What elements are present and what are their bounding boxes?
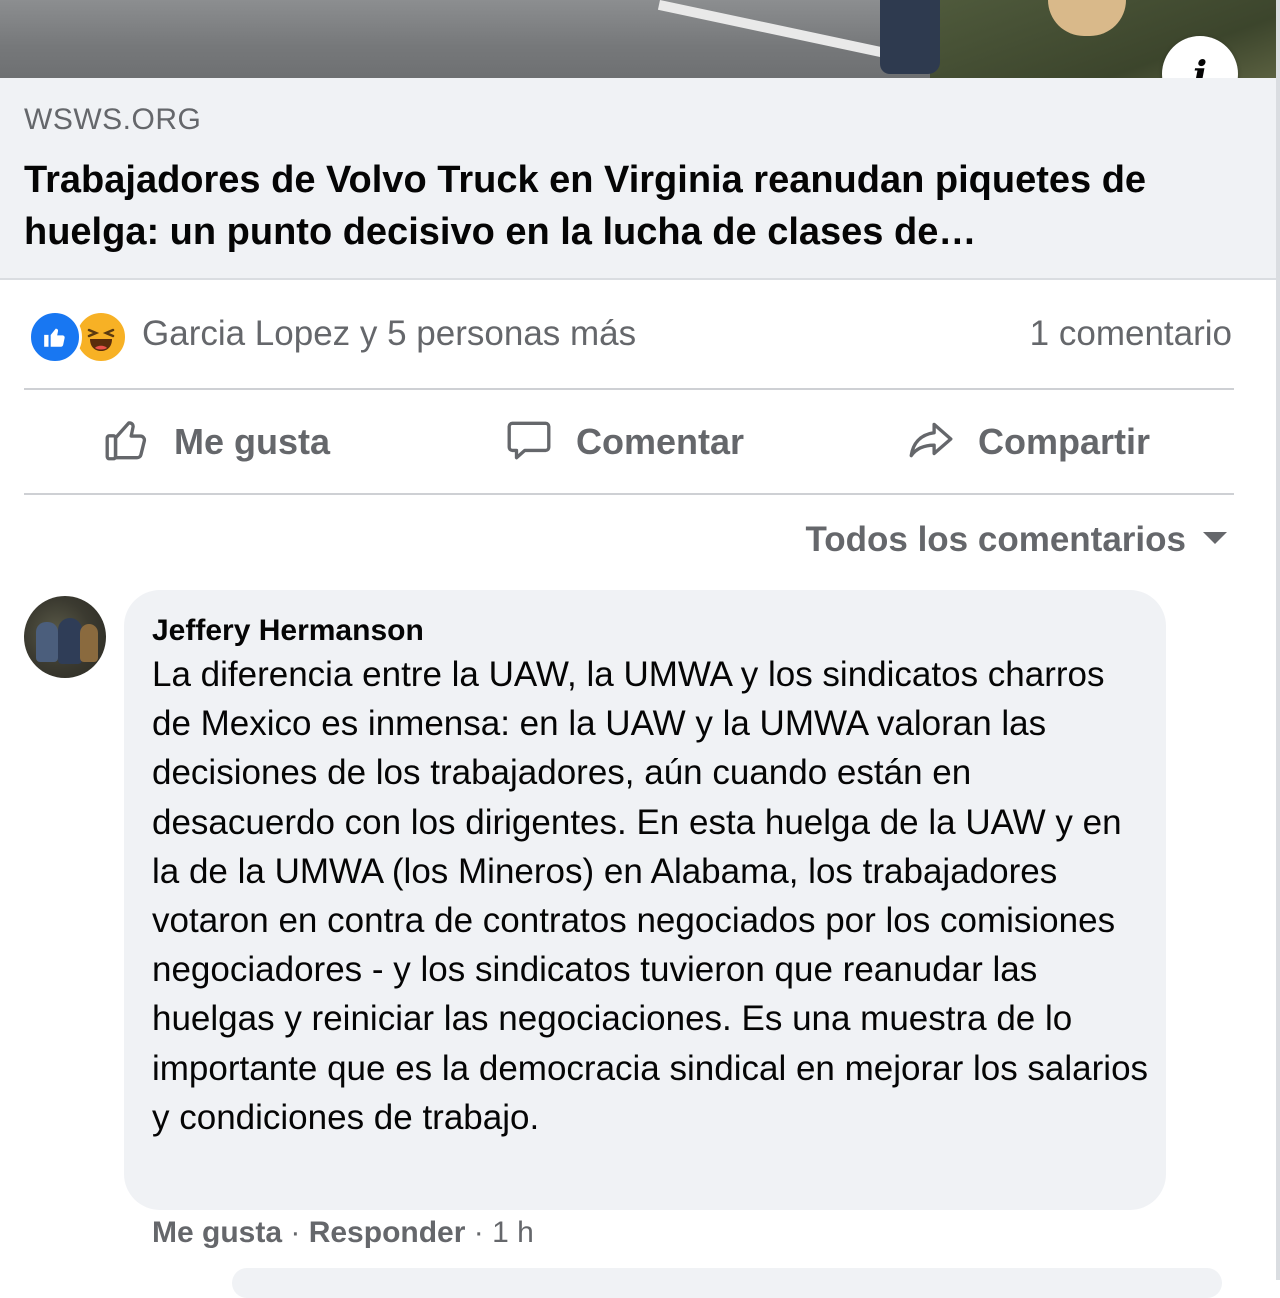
comment-actions: Me gusta · Responder · 1 h: [152, 1216, 534, 1250]
like-button[interactable]: Me gusta: [102, 414, 330, 470]
like-icon: [28, 310, 82, 364]
comment-bubble-icon: [504, 415, 554, 470]
divider-top: [24, 388, 1234, 390]
divider-bottom: [24, 493, 1234, 495]
thumbs-up-icon: [102, 415, 152, 470]
avatar-figure-2: [58, 618, 82, 664]
link-title[interactable]: Trabajadores de Volvo Truck en Virginia …: [24, 154, 1224, 258]
comment-button[interactable]: Comentar: [504, 414, 744, 470]
like-button-label: Me gusta: [174, 421, 331, 462]
reaction-names[interactable]: Garcia Lopez y 5 personas más: [142, 314, 636, 354]
avatar-figure-3: [80, 624, 98, 662]
image-boots: [880, 0, 940, 74]
reaction-icons[interactable]: [28, 310, 128, 364]
avatar-figure-1: [36, 622, 58, 662]
comment-reply-link[interactable]: Responder: [309, 1216, 466, 1249]
comments-filter-label: Todos los comentarios: [805, 520, 1186, 559]
link-domain: WSWS.ORG: [24, 103, 202, 136]
link-preview-image[interactable]: [0, 0, 1276, 78]
comment-like-link[interactable]: Me gusta: [152, 1216, 282, 1249]
reply-preview[interactable]: [232, 1268, 1222, 1298]
haha-icon: [74, 310, 128, 364]
share-button-label: Compartir: [978, 421, 1151, 462]
comment-time[interactable]: 1 h: [492, 1216, 534, 1249]
avatar[interactable]: [24, 596, 106, 678]
share-arrow-icon: [906, 415, 956, 470]
comments-filter[interactable]: Todos los comentarios: [805, 520, 1228, 560]
right-border: [1276, 0, 1280, 1280]
caret-down-icon: [1202, 530, 1228, 551]
comment-text: La diferencia entre la UAW, la UMWA y lo…: [152, 655, 1149, 1137]
comment-button-label: Comentar: [576, 421, 745, 462]
comment-author[interactable]: Jeffery Hermanson: [152, 614, 424, 648]
separator: ·: [465, 1216, 493, 1249]
separator: ·: [282, 1216, 309, 1249]
share-button[interactable]: Compartir: [906, 414, 1150, 470]
comment-count[interactable]: 1 comentario: [1030, 314, 1232, 354]
